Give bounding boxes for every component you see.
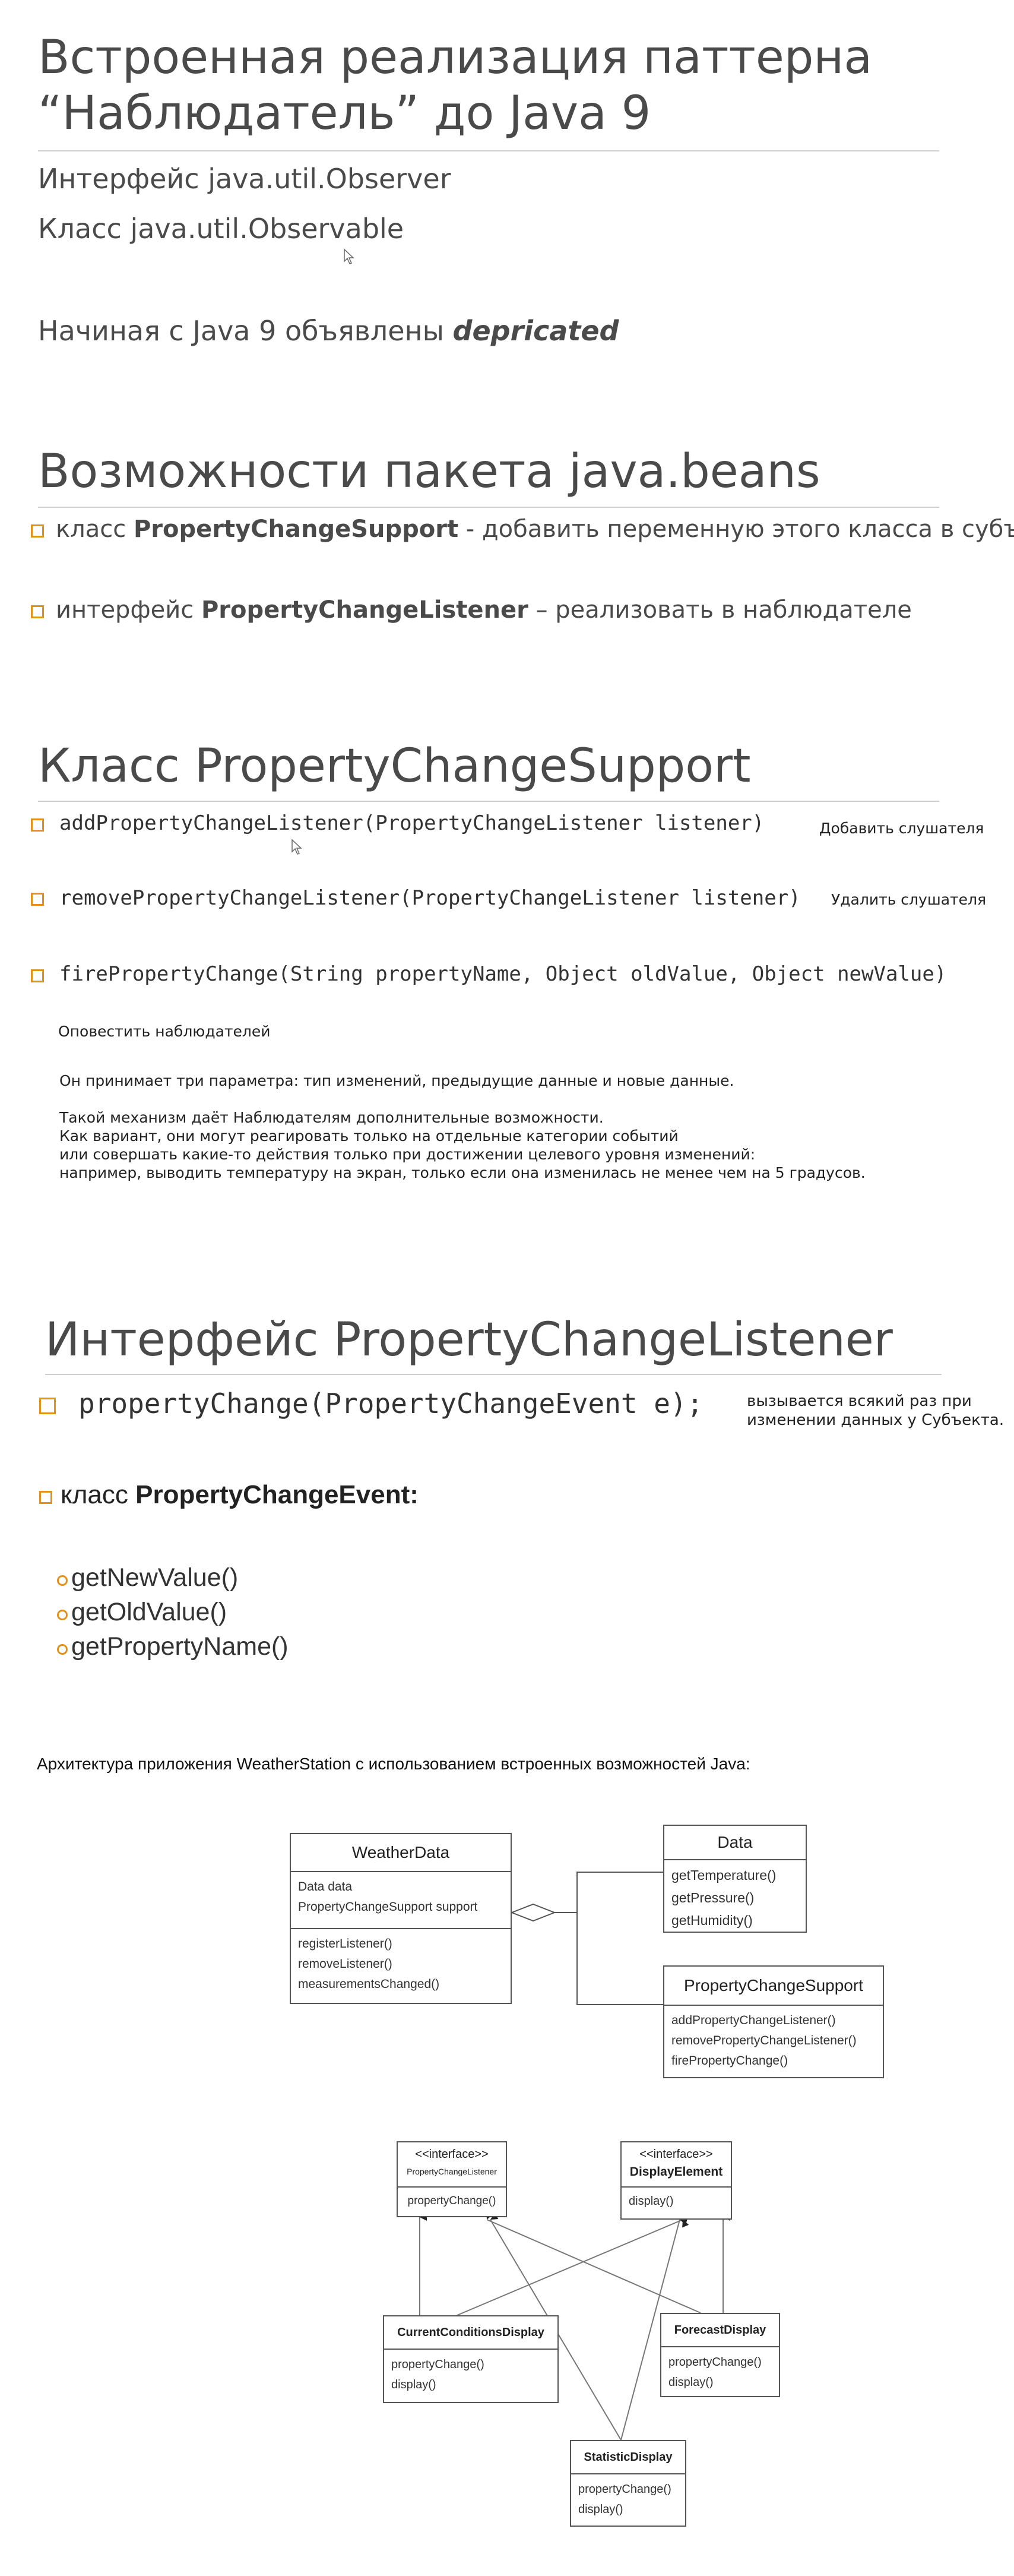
method-register-listener: registerListener(): [298, 1937, 392, 1951]
method-remove-listener: removePropertyChangeListener(): [671, 2034, 857, 2047]
uml-connectors: [419, 1872, 730, 2441]
method-property-change: propertyChange(): [578, 2483, 671, 2496]
fd-header: ForecastDisplay: [661, 2314, 779, 2347]
de-stereotype: <<interface>>: [639, 2148, 713, 2161]
sd-header: StatisticDisplay: [571, 2441, 685, 2474]
connector-weatherdata-pcs: [576, 1913, 663, 2005]
sd-methods: propertyChange() display(): [571, 2474, 685, 2524]
de-name: DisplayElement: [629, 2165, 723, 2179]
uml-interface-displayelement: <<interface>> DisplayElement display(): [620, 2141, 732, 2220]
fd-methods: propertyChange() display(): [661, 2347, 779, 2397]
mouse-cursor-icon: [291, 839, 302, 855]
method-property-change: propertyChange(): [407, 2195, 496, 2207]
method-display: display(): [391, 2378, 436, 2391]
method-get-temperature: getTemperature(): [671, 1867, 777, 1883]
method-display: display(): [578, 2503, 623, 2516]
method-remove-listener: removeListener(): [298, 1957, 392, 1971]
fd-implements-pcl: [486, 2211, 701, 2313]
de-header: <<interface>> DisplayElement: [622, 2142, 731, 2188]
field-data: Data data: [298, 1880, 353, 1894]
weatherdata-header: WeatherData: [291, 1834, 511, 1872]
uml-class-statisticdisplay: StatisticDisplay propertyChange() displa…: [570, 2440, 686, 2527]
pcl-header: <<interface>> PropertyChangeListener: [398, 2142, 506, 2188]
uml-class-forecastdisplay: ForecastDisplay propertyChange() display…: [660, 2313, 780, 2397]
uml-class-propertychangesupport: PropertyChangeSupport addPropertyChangeL…: [663, 1965, 884, 2078]
aggregation-diamond-icon: [510, 1903, 556, 1922]
ccd-implements-de: [457, 2219, 689, 2316]
data-header: Data: [664, 1826, 806, 1860]
method-property-change: propertyChange(): [391, 2358, 484, 2371]
method-display: display(): [668, 2376, 714, 2389]
mouse-cursor-icon: [344, 248, 354, 264]
method-fire-change: firePropertyChange(): [671, 2054, 788, 2068]
method-get-humidity: getHumidity(): [671, 1913, 753, 1928]
pcs-methods: addPropertyChangeListener() removeProper…: [664, 2006, 883, 2076]
method-get-pressure: getPressure(): [671, 1890, 755, 1905]
pcl-methods: propertyChange(): [398, 2188, 506, 2215]
data-methods: getTemperature() getPressure() getHumidi…: [664, 1860, 806, 1936]
connector-weatherdata-data: [554, 1872, 663, 1913]
method-add-listener: addPropertyChangeListener(): [671, 2014, 836, 2027]
method-measurements-changed: measurementsChanged(): [298, 1977, 440, 1991]
weatherdata-methods: registerListener() removeListener() meas…: [291, 1929, 511, 1999]
uml-class-data: Data getTemperature() getPressure() getH…: [663, 1825, 807, 1933]
weatherdata-fields: Data data PropertyChangeSupport support: [291, 1872, 511, 1929]
uml-class-currentconditionsdisplay: CurrentConditionsDisplay propertyChange(…: [383, 2315, 559, 2403]
pcs-header: PropertyChangeSupport: [664, 1967, 883, 2006]
pcl-name: PropertyChangeListener: [407, 2167, 497, 2176]
uml-class-weatherdata: WeatherData Data data PropertyChangeSupp…: [290, 1833, 512, 2004]
uml-interface-propertychangelistener: <<interface>> PropertyChangeListener pro…: [397, 2141, 507, 2217]
method-property-change: propertyChange(): [668, 2356, 762, 2369]
method-display: display(): [629, 2195, 674, 2208]
ccd-methods: propertyChange() display(): [384, 2350, 557, 2400]
ccd-header: CurrentConditionsDisplay: [384, 2316, 557, 2350]
de-methods: display(): [622, 2188, 731, 2215]
pcl-stereotype: <<interface>>: [415, 2148, 489, 2161]
field-support: PropertyChangeSupport support: [298, 1900, 478, 1914]
